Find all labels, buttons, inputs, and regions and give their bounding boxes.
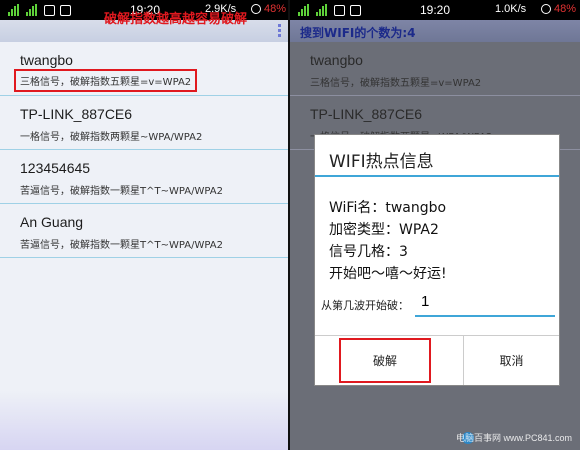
- good-luck-text: 开始吧～嘻～好运!: [329, 266, 447, 282]
- annotation-text: 破解指数越高越容易破解: [104, 12, 248, 27]
- list-item[interactable]: 123454645 苦逼信号，破解指数一颗星T^T~WPA/WPA2: [0, 150, 290, 204]
- app-header: 搜到WIFI的个数为:4: [290, 20, 580, 42]
- crack-button[interactable]: 破解: [339, 338, 431, 383]
- wifi-name-text: WiFi名：twangbo: [329, 200, 447, 216]
- wifi-description: 三格信号，破解指数五颗星=v=WPA2: [310, 78, 482, 89]
- clock: 19:20: [420, 3, 451, 17]
- signal-icon-2: [316, 4, 327, 16]
- wifi-ssid: twangbo: [310, 52, 363, 68]
- signal-icon: [298, 4, 309, 16]
- encryption-text: 加密类型：WPA2: [329, 222, 439, 238]
- cancel-button[interactable]: 取消: [464, 336, 559, 385]
- wifi-description: 苦逼信号，破解指数一颗星T^T~WPA/WPA2: [20, 240, 223, 251]
- start-wave-label: 从第几波开始破：: [321, 299, 409, 312]
- wifi-list-screen: 19:20 2.9K/s 48% twangbo 三格信号，破解指数五颗星=v=…: [0, 0, 290, 450]
- signal-icon: [8, 4, 19, 16]
- watermark: 电脑百事网 www.PC841.com: [455, 433, 572, 443]
- list-item[interactable]: twangbo 三格信号，破解指数五颗星=v=WPA2: [290, 42, 580, 96]
- battery-level: 48%: [554, 3, 577, 15]
- alarm-icon: [251, 4, 261, 14]
- wifi-ssid: An Guang: [20, 214, 84, 230]
- wifi-list: twangbo 三格信号，破解指数五颗星=v=WPA2 TP-LINK_887C…: [0, 42, 290, 258]
- wifi-description: 苦逼信号，破解指数一颗星T^T~WPA/WPA2: [20, 186, 223, 197]
- notification-icon: [350, 5, 361, 16]
- wifi-count-title: 搜到WIFI的个数为:4: [300, 26, 416, 40]
- wifi-ssid: TP-LINK_887CE6: [20, 106, 133, 122]
- background-gradient: [0, 390, 290, 450]
- wifi-description: 三格信号，破解指数五颗星=v=WPA2: [14, 69, 198, 92]
- list-item[interactable]: An Guang 苦逼信号，破解指数一颗星T^T~WPA/WPA2: [0, 204, 290, 258]
- dialog-buttons: 破解 取消: [315, 335, 559, 385]
- wifi-ssid: TP-LINK_887CE6: [310, 106, 423, 122]
- notification-icon: [60, 5, 71, 16]
- dialog-title: WIFI热点信息: [329, 152, 434, 172]
- signal-text: 信号几格：3: [329, 244, 408, 260]
- status-bar: 19:20 1.0K/s 48%: [290, 0, 580, 20]
- signal-icon-2: [26, 4, 37, 16]
- list-item[interactable]: TP-LINK_887CE6 一格信号，破解指数两颗星~WPA/WPA2: [0, 96, 290, 150]
- alarm-icon: [541, 4, 551, 14]
- overflow-menu-icon[interactable]: [278, 24, 282, 38]
- crack-dialog-screen: 19:20 1.0K/s 48% 搜到WIFI的个数为:4 twangbo 三格…: [290, 0, 580, 450]
- wifi-description: 一格信号，破解指数两颗星~WPA/WPA2: [20, 132, 203, 143]
- battery-level: 48%: [264, 3, 287, 15]
- network-speed: 1.0K/s: [495, 3, 527, 15]
- dialog-title-divider: [315, 175, 559, 177]
- wifi-ssid: 123454645: [20, 160, 91, 176]
- start-wave-input[interactable]: [415, 287, 555, 317]
- list-item[interactable]: twangbo 三格信号，破解指数五颗星=v=WPA2: [0, 42, 290, 96]
- photo-icon: [334, 5, 345, 16]
- wifi-ssid: twangbo: [20, 52, 73, 68]
- photo-icon: [44, 5, 55, 16]
- wifi-info-dialog: WIFI热点信息 WiFi名：twangbo 加密类型：WPA2 信号几格：3 …: [314, 134, 560, 386]
